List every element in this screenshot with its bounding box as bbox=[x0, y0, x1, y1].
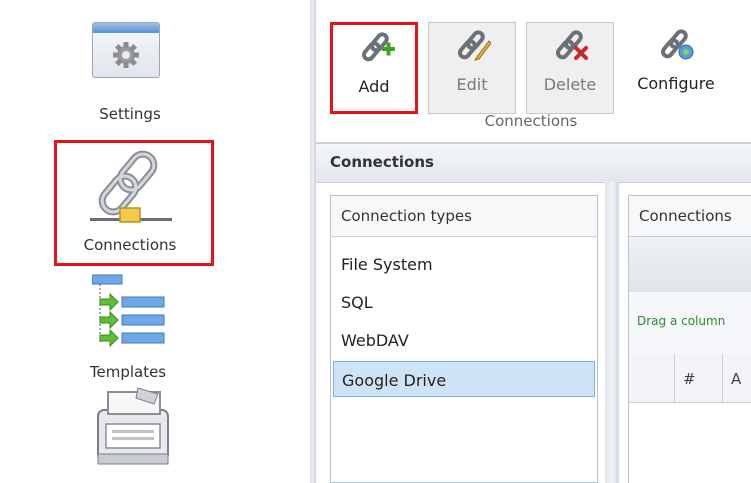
group-by-panel[interactable]: Drag a column bbox=[629, 292, 751, 355]
edit-button[interactable]: Edit bbox=[428, 22, 516, 114]
link-edit-icon bbox=[457, 30, 491, 61]
section-header: Connections bbox=[316, 143, 751, 183]
add-button[interactable]: Add bbox=[330, 22, 418, 114]
column-header-a[interactable]: A bbox=[723, 354, 751, 402]
connections-panel: Connections Drag a column # A bbox=[628, 195, 751, 483]
sidebar-item-settings[interactable]: Settings bbox=[40, 105, 220, 123]
ribbon-group-caption: Connections bbox=[484, 112, 578, 130]
type-item-file-system[interactable]: File System bbox=[333, 246, 595, 282]
ribbon: Add Edit Delete Configure Connections bbox=[316, 0, 751, 143]
panel-splitter[interactable] bbox=[605, 182, 619, 483]
link-configure-icon bbox=[660, 29, 694, 60]
sidebar-item-connections[interactable]: Connections bbox=[40, 236, 220, 254]
gear-icon[interactable] bbox=[92, 22, 160, 78]
grid-header: # A bbox=[629, 354, 751, 403]
sidebar: Settings Connections Templates bbox=[0, 0, 310, 483]
connection-types-header: Connection types bbox=[331, 196, 597, 237]
type-item-sql[interactable]: SQL bbox=[333, 284, 595, 320]
sidebar-item-templates[interactable]: Templates bbox=[38, 363, 218, 381]
connection-types-title: Connection types bbox=[341, 207, 472, 225]
type-item-webdav[interactable]: WebDAV bbox=[333, 322, 595, 358]
column-header-number[interactable]: # bbox=[675, 354, 723, 402]
configure-button-label: Configure bbox=[637, 74, 715, 93]
group-by-hint: Drag a column bbox=[637, 314, 726, 328]
add-button-label: Add bbox=[358, 77, 390, 96]
link-add-icon bbox=[361, 32, 395, 62]
connections-header: Connections bbox=[629, 196, 751, 237]
edit-button-label: Edit bbox=[456, 75, 488, 94]
connections-toolbar bbox=[629, 237, 751, 292]
configure-button[interactable]: Configure bbox=[626, 22, 726, 114]
chain-link-icon bbox=[90, 150, 172, 223]
delete-button-label: Delete bbox=[543, 75, 597, 94]
section-title: Connections bbox=[330, 153, 434, 171]
printer-icon[interactable] bbox=[88, 380, 178, 470]
delete-button[interactable]: Delete bbox=[526, 22, 614, 114]
link-delete-icon bbox=[555, 30, 588, 60]
connection-types-panel: Connection types File System SQL WebDAV … bbox=[330, 195, 598, 483]
type-item-google-drive[interactable]: Google Drive bbox=[333, 361, 595, 397]
templates-icon[interactable] bbox=[92, 273, 172, 351]
column-header-indicator[interactable] bbox=[629, 354, 675, 402]
connections-title: Connections bbox=[639, 207, 732, 225]
